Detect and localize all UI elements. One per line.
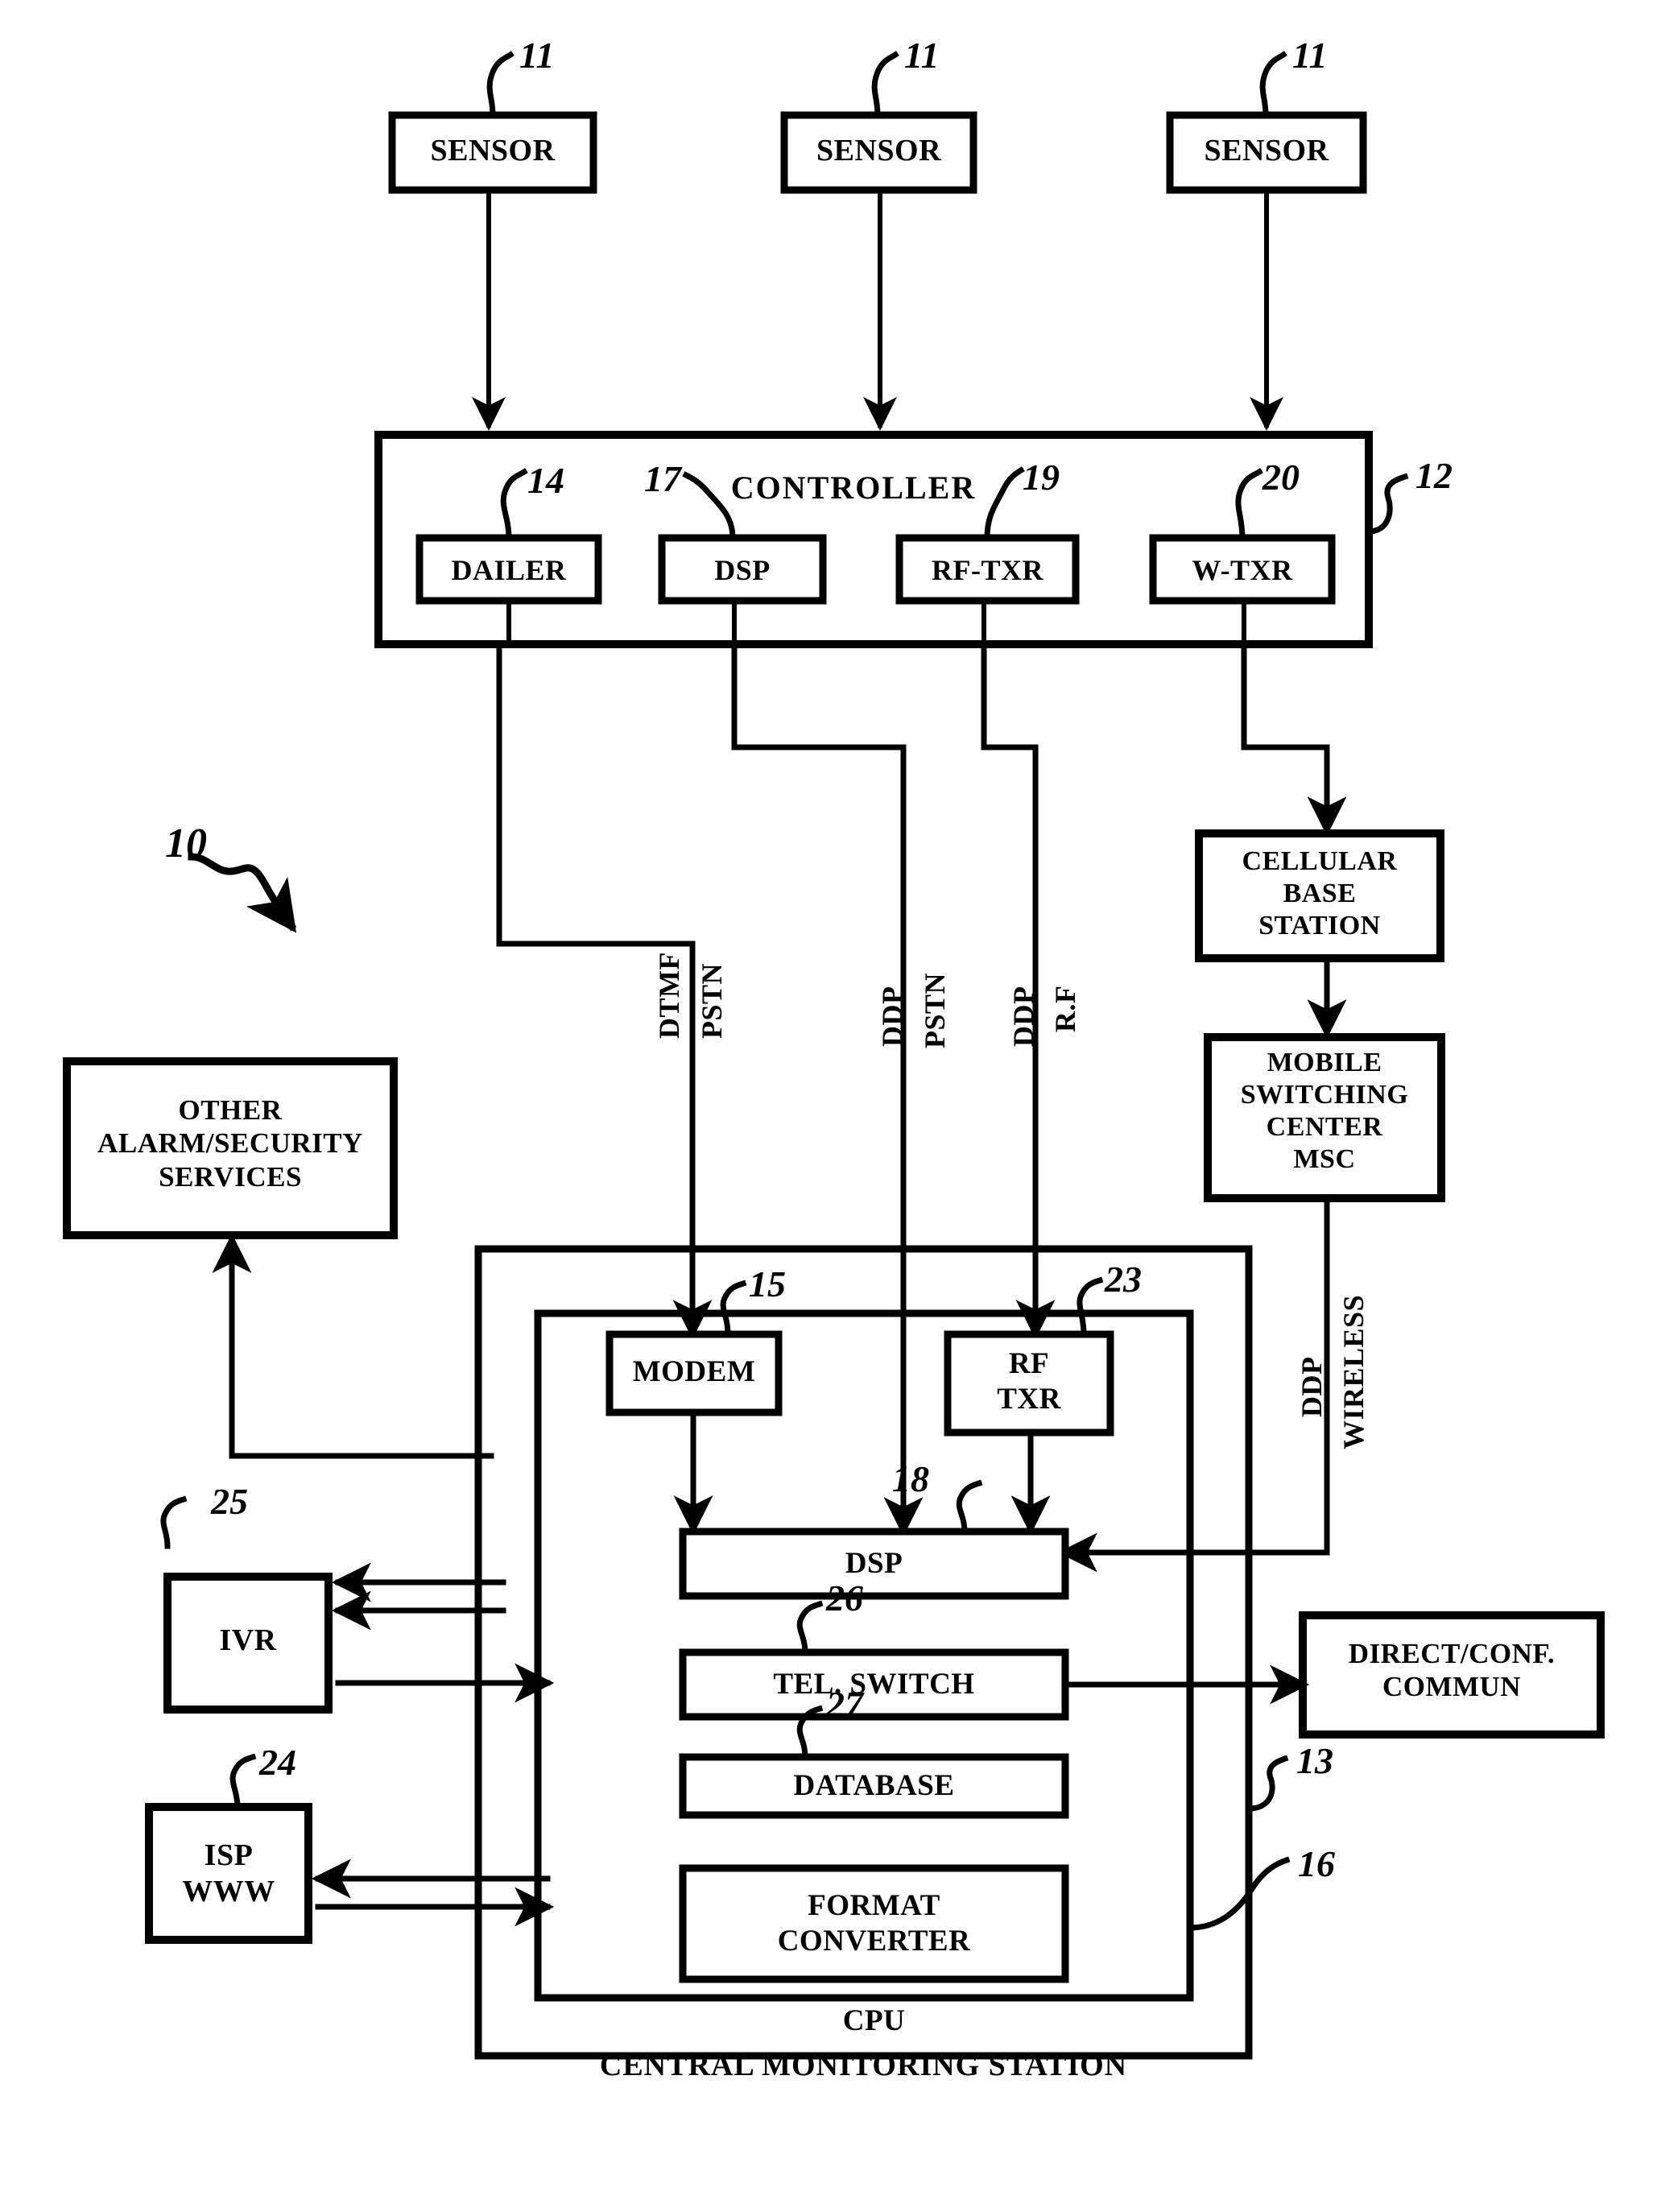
link-label-ddp-1: DDP xyxy=(876,986,908,1048)
ref-numeral-tel-switch: 26 xyxy=(826,1577,863,1619)
format-converter-box xyxy=(679,1864,1069,1983)
link-label-ddp-3: DDP xyxy=(1296,1356,1328,1418)
ref-numeral-dailer: 14 xyxy=(527,460,564,501)
cellular-base-station-box xyxy=(1195,829,1444,962)
ref-numeral-database: 27 xyxy=(826,1684,863,1725)
w-txr-box xyxy=(1149,534,1336,605)
link-label-pstn-1: PSTN xyxy=(696,962,728,1039)
ref-numeral-rf-txr: 19 xyxy=(1023,457,1060,498)
ref-numeral-controller: 12 xyxy=(1415,455,1453,496)
database-box xyxy=(679,1753,1069,1819)
sensor-box-1 xyxy=(388,111,597,194)
ref-numeral-w-txr: 20 xyxy=(1262,457,1300,498)
ref-numeral-sensor-1: 11 xyxy=(519,35,555,76)
ref-numeral-sensor-2: 11 xyxy=(904,35,940,76)
link-label-rf: R.F xyxy=(1049,985,1081,1033)
ref-numeral-ivr: 25 xyxy=(211,1481,248,1522)
link-label-dtmf: DTMF xyxy=(653,952,685,1039)
sensor-box-2 xyxy=(780,111,977,194)
ref-numeral-sensor-3: 11 xyxy=(1292,35,1328,76)
ref-numeral-cms-rf-txr: 23 xyxy=(1105,1259,1142,1300)
cms-dsp-box xyxy=(679,1528,1069,1600)
direct-conf-box xyxy=(1299,1611,1605,1739)
patent-figure-canvas xyxy=(0,0,1653,2212)
msc-box xyxy=(1204,1033,1445,1202)
sensor-box-3 xyxy=(1166,111,1367,194)
dailer-box xyxy=(415,534,602,605)
other-services-box xyxy=(63,1057,398,1239)
isp-box xyxy=(145,1803,312,1944)
ref-numeral-cms-dsp: 18 xyxy=(892,1458,929,1499)
link-label-ddp-2: DDP xyxy=(1007,986,1039,1048)
cms-rf-txr-box xyxy=(944,1330,1114,1437)
link-label-wireless: WIRELESS xyxy=(1337,1294,1370,1449)
modem-box xyxy=(605,1330,783,1416)
ref-numeral-modem: 15 xyxy=(749,1263,786,1304)
rf-txr-box xyxy=(895,534,1080,605)
ivr-box xyxy=(163,1573,333,1714)
link-label-pstn-2: PSTN xyxy=(919,972,951,1048)
ref-numeral-isp: 24 xyxy=(259,1742,296,1783)
ref-numeral-controller-dsp: 17 xyxy=(644,458,681,499)
ref-numeral-cms: 13 xyxy=(1296,1740,1333,1781)
ref-numeral-system: 10 xyxy=(165,821,207,866)
ref-numeral-cpu: 16 xyxy=(1298,1843,1335,1884)
tel-switch-box xyxy=(679,1648,1069,1721)
controller-dsp-box xyxy=(658,534,827,605)
